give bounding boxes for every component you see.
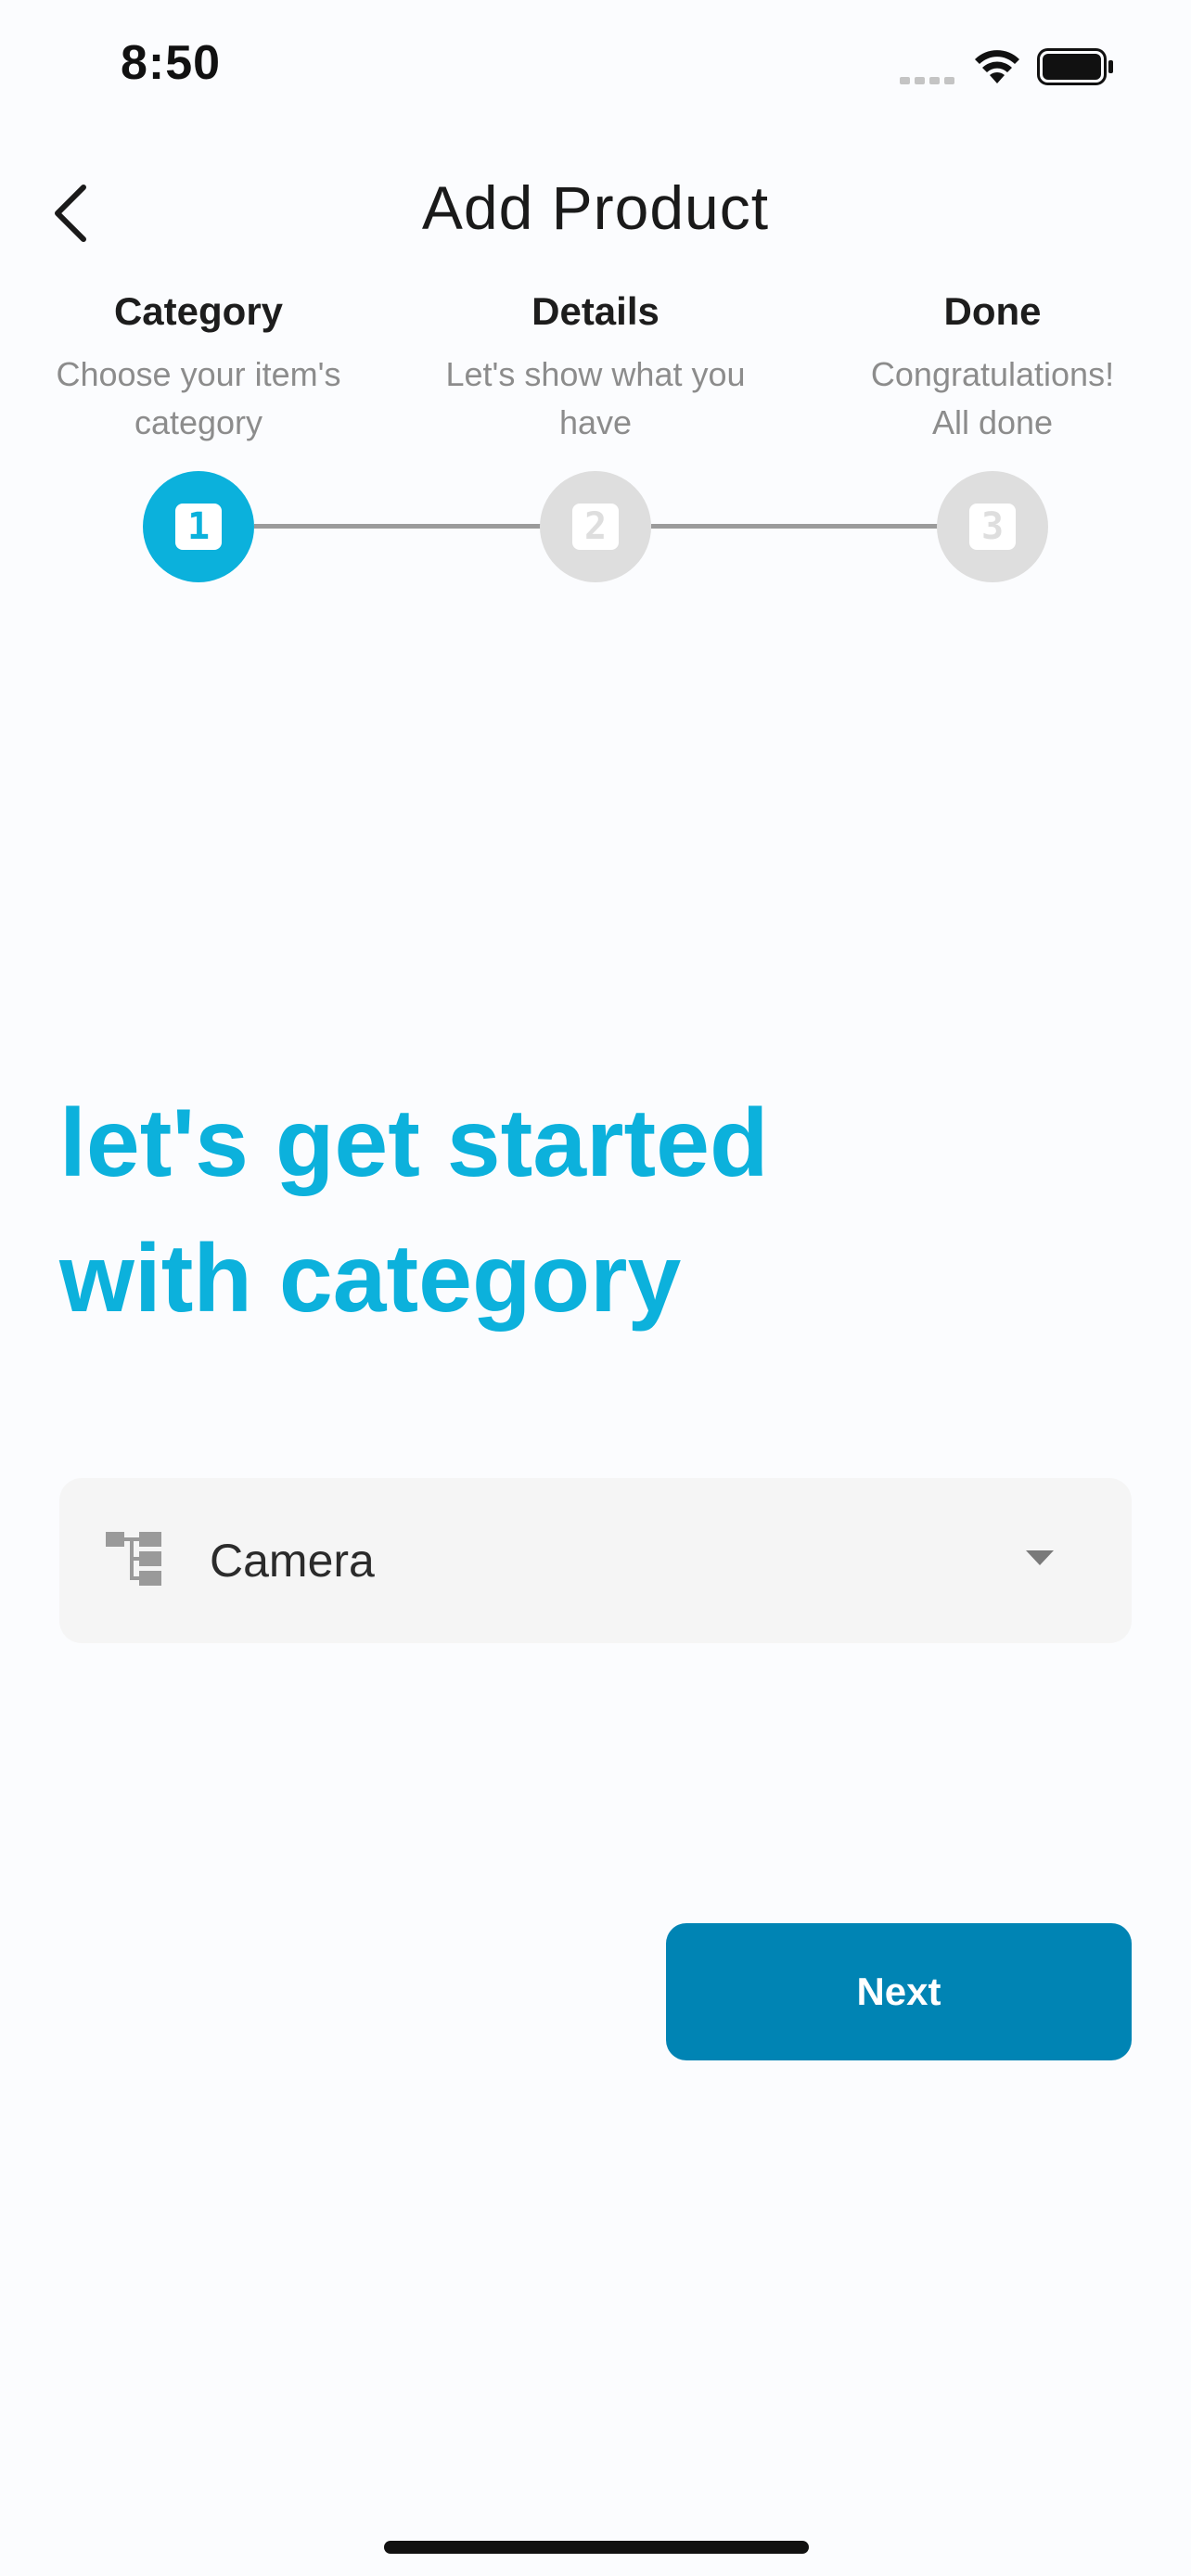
step-category[interactable]: Category Choose your item's category — [13, 278, 384, 447]
category-select[interactable]: Camera — [59, 1478, 1132, 1643]
step-subtitle-line: Congratulations! — [870, 355, 1115, 393]
headline: let's get started with category — [59, 1076, 1126, 1346]
home-indicator — [384, 2541, 809, 2554]
step-subtitle-line: have — [558, 403, 633, 441]
step-subtitle-line: Choose your item's — [56, 355, 341, 393]
headline-line: let's get started — [59, 1090, 769, 1197]
step-title: Category — [113, 289, 284, 333]
category-tree-icon — [106, 1532, 161, 1586]
step-subtitle: Choose your item's category — [13, 351, 384, 447]
step-indicator-3[interactable]: 3 — [937, 471, 1048, 582]
status-time: 8:50 — [121, 36, 222, 90]
step-indicator-2[interactable]: 2 — [540, 471, 651, 582]
cellular-signal-icon — [900, 77, 954, 84]
step-connector — [254, 524, 542, 529]
select-value: Camera — [210, 1535, 375, 1587]
progress-stepper: Category Choose your item's category 1 D… — [0, 278, 1191, 593]
step-details[interactable]: Details Let's show what you have — [410, 278, 781, 447]
step-title: Done — [943, 289, 1042, 333]
step-subtitle: Let's show what you have — [410, 351, 781, 447]
headline-line: with category — [59, 1225, 682, 1333]
step-subtitle-line: Let's show what you — [445, 355, 746, 393]
step-subtitle: Congratulations! All done — [807, 351, 1178, 447]
page-title: Add Product — [421, 173, 770, 242]
caret-down-icon — [1026, 1550, 1054, 1565]
step-done[interactable]: Done Congratulations! All done — [807, 278, 1178, 447]
status-bar: 8:50 — [0, 0, 1191, 139]
step-number: 1 — [175, 504, 222, 550]
step-number: 3 — [969, 504, 1016, 550]
step-number: 2 — [572, 504, 619, 550]
battery-icon — [1037, 48, 1113, 85]
step-connector — [651, 524, 939, 529]
step-title: Details — [531, 289, 660, 333]
next-button[interactable]: Next — [666, 1923, 1132, 2060]
step-subtitle-line: category — [134, 403, 263, 441]
step-indicator-1[interactable]: 1 — [143, 471, 254, 582]
step-subtitle-line: All done — [931, 403, 1054, 441]
wifi-icon — [975, 50, 1019, 83]
app-header: Add Product — [0, 158, 1191, 260]
